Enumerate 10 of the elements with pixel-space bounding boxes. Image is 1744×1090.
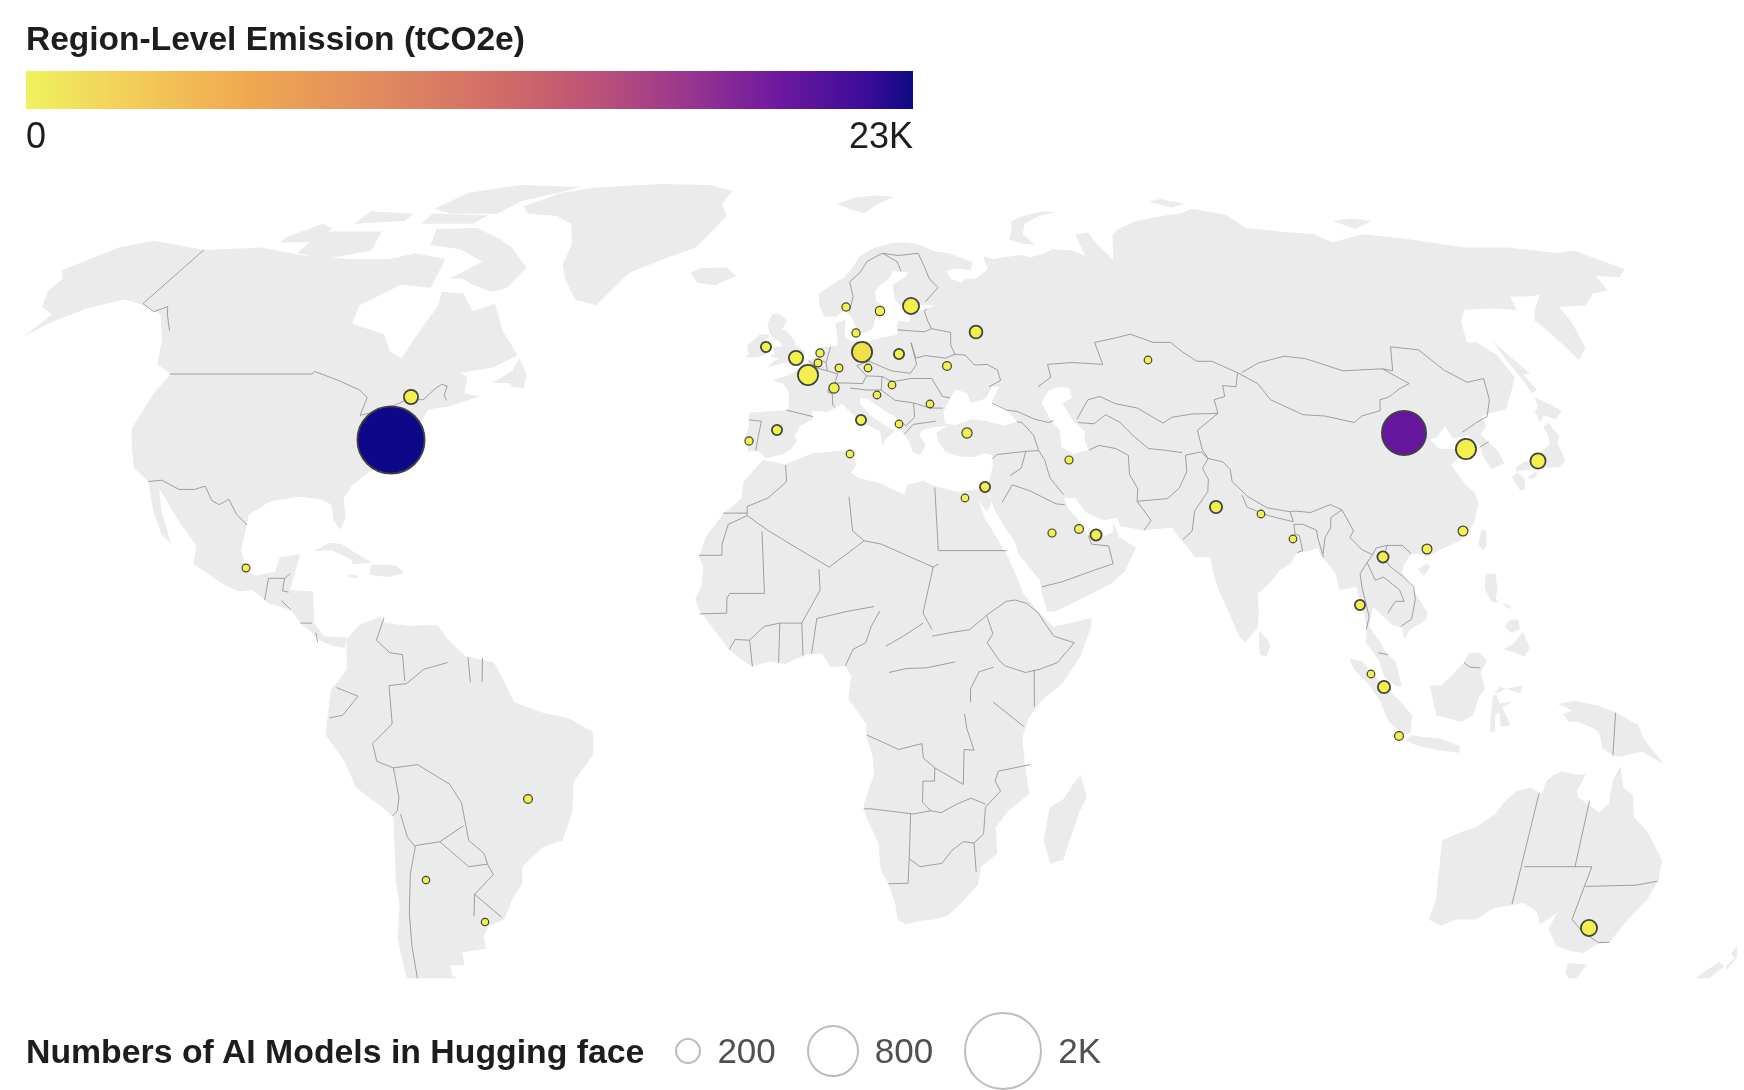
legend-title: Region-Level Emission (tCO2e) xyxy=(26,22,525,56)
colorbar-max-label: 23K xyxy=(848,116,913,156)
legend-title: Numbers of AI Models in Hugging face xyxy=(26,1030,645,1071)
size-label: 2K xyxy=(1058,1030,1102,1071)
colorbar-min-label: 0 xyxy=(26,116,47,156)
size-circle-icon xyxy=(806,1024,859,1077)
size-circle-icon xyxy=(964,1011,1043,1090)
size-label: 200 xyxy=(717,1030,776,1071)
size-circle-icon xyxy=(675,1037,702,1064)
size-label: 800 xyxy=(874,1030,934,1071)
